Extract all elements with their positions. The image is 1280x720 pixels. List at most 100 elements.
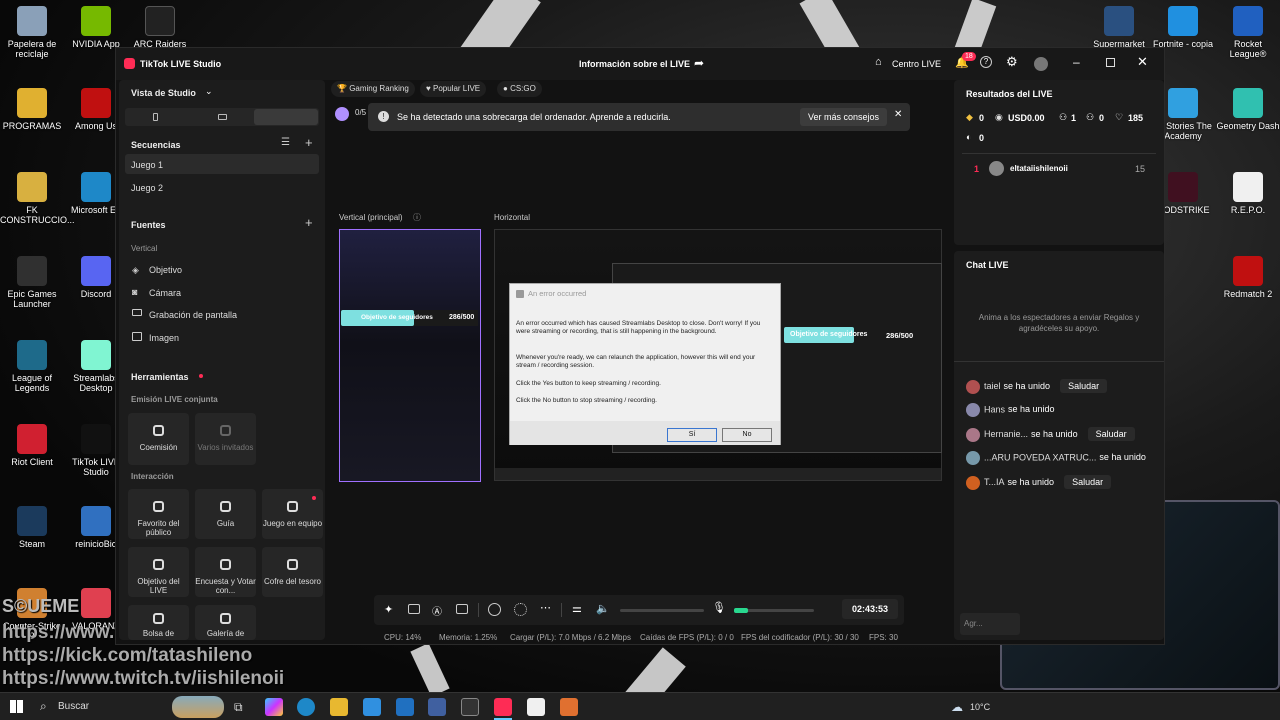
desktop-icon-left-4[interactable]: League of Legends <box>0 340 64 393</box>
tag-gaming-ranking[interactable]: 🏆 Gaming Ranking <box>331 81 415 97</box>
live-info-title[interactable]: Información sobre el LIVE <box>579 59 690 69</box>
mic-icon[interactable]: 🎙 <box>712 601 726 614</box>
desktop-app-icon <box>1104 6 1134 36</box>
dialog-yes-button[interactable]: Sí <box>667 428 717 442</box>
app-k-icon[interactable] <box>527 698 545 716</box>
close-icon[interactable]: ✕ <box>1137 54 1148 70</box>
source-objetivo[interactable]: Objetivo <box>149 265 182 275</box>
minimize-icon[interactable]: – <box>1073 55 1080 69</box>
desktop-icon-right-6[interactable]: R.E.P.O. <box>1216 172 1280 215</box>
monitor-icon[interactable] <box>461 698 479 716</box>
desktop-icon-left-2[interactable]: FK CONSTRUCCIO... <box>0 172 75 225</box>
settings-icon[interactable]: ⚙ <box>1006 54 1018 70</box>
sequence-item-1[interactable]: Juego 1 <box>131 160 163 170</box>
landscape-layout-icon[interactable] <box>218 114 227 120</box>
chat-input[interactable]: Agr... <box>960 613 1020 635</box>
audio-mixer-icon[interactable]: ⚌ <box>572 602 582 615</box>
home-icon[interactable]: ⌂ <box>875 56 882 68</box>
chest-icon <box>287 559 298 570</box>
speaker-volume-slider[interactable] <box>620 609 704 612</box>
magic-icon[interactable]: ✦ <box>384 603 393 616</box>
desktop-icon-right-0[interactable]: Supermarket <box>1087 6 1151 49</box>
desktop-icon-left-0[interactable]: Papelera de reciclaje <box>0 6 64 59</box>
desktop-icon-right-1[interactable]: Fortnite - copia <box>1151 6 1215 49</box>
desktop-icon-left-6[interactable]: Steam <box>0 506 64 549</box>
say-hi-button[interactable]: Saludar <box>1060 379 1108 393</box>
cofre-card[interactable]: Cofre del tesoro <box>262 547 323 597</box>
file-explorer-icon[interactable] <box>330 698 348 716</box>
maximize-icon[interactable] <box>1106 58 1115 67</box>
mail-icon[interactable] <box>396 698 414 716</box>
studio-view-dropdown[interactable]: Vista de Studio <box>131 88 196 98</box>
help-icon[interactable]: ? <box>980 56 992 68</box>
desktop-icon-arc-raiders[interactable]: ARC Raiders <box>128 6 192 49</box>
desktop-icon-left2-0[interactable]: NVIDIA App <box>64 6 128 49</box>
rank-user[interactable]: eltataiishilenoii <box>1010 164 1068 173</box>
dual-layout-icon[interactable] <box>254 109 318 125</box>
source-grabacion[interactable]: Grabación de pantalla <box>149 310 237 320</box>
favorito-card[interactable]: Favorito del público <box>128 489 189 539</box>
notification-badge: 18 <box>962 52 976 61</box>
tag-popular-live[interactable]: ♥ Popular LIVE <box>420 81 487 97</box>
vertical-preview[interactable] <box>339 229 481 482</box>
desktop-icon-left-5[interactable]: Riot Client <box>0 424 64 467</box>
chat-username[interactable]: ...ARU POVEDA XATRUC... <box>984 452 1096 462</box>
source-imagen[interactable]: Imagen <box>149 333 179 343</box>
add-sequence-icon[interactable]: + <box>305 135 313 150</box>
app-grid-icon[interactable] <box>428 698 446 716</box>
desktop-icon-left-3[interactable]: Epic Games Launcher <box>0 256 64 309</box>
close-notification-icon[interactable]: ✕ <box>894 109 902 120</box>
diamond-icon: ◆ <box>966 112 973 122</box>
horizontal-goal-banner: Objetivo de seguidores 286/500 <box>784 327 924 343</box>
desktop-icon-label: PROGRAMAS <box>2 121 62 131</box>
desktop-icon-right-4[interactable]: Geometry Dash <box>1216 88 1280 131</box>
dialog-no-button[interactable]: No <box>722 428 772 442</box>
notification-text: Se ha detectado una sobrecarga del orden… <box>397 112 671 122</box>
coemision-card[interactable]: Coemisión <box>128 413 189 465</box>
task-view-icon[interactable]: ⧉ <box>234 700 243 715</box>
sequence-item-2[interactable]: Juego 2 <box>131 183 163 193</box>
edge-icon[interactable] <box>297 698 315 716</box>
streamlabs-taskbar-icon[interactable] <box>560 698 578 716</box>
record-icon[interactable] <box>488 603 501 616</box>
desktop-icon-right-2[interactable]: Rocket League® <box>1216 6 1280 59</box>
avatar <box>966 403 980 417</box>
say-hi-button[interactable]: Saludar <box>1087 427 1135 441</box>
ver-mas-consejos-button[interactable]: Ver más consejos <box>800 108 888 126</box>
encuesta-card[interactable]: Encuesta y Votar con... <box>195 547 256 597</box>
copilot-icon[interactable] <box>265 698 283 716</box>
screen-capture-icon[interactable] <box>408 604 420 614</box>
list-icon[interactable]: ☰ <box>281 137 290 148</box>
source-camara[interactable]: Cámara <box>149 288 181 298</box>
chat-username[interactable]: Hans <box>984 404 1005 414</box>
windows-start-icon[interactable] <box>10 700 23 713</box>
overlay-twitch: https://www.twitch.tv/iishilenoii <box>2 668 285 689</box>
info-circle-icon[interactable]: ⓘ <box>413 212 421 223</box>
say-hi-button[interactable]: Saludar <box>1064 475 1112 489</box>
avatar[interactable] <box>1034 57 1048 71</box>
controls-bar: ✦ Ⓐ ⋯ ⚌ 🔈 🎙 02:43:53 <box>374 595 904 625</box>
store-icon[interactable] <box>363 698 381 716</box>
guia-card[interactable]: Guía <box>195 489 256 539</box>
tag-csgo[interactable]: ● CS:GO <box>497 81 542 97</box>
portrait-layout-icon[interactable] <box>153 113 158 121</box>
galeria-card[interactable]: Galería de <box>195 605 256 640</box>
chat-username[interactable]: Hernanie... <box>984 429 1028 439</box>
share-icon[interactable]: ➦ <box>694 56 704 70</box>
chat-username[interactable]: T...IA <box>984 477 1005 487</box>
add-media-icon[interactable] <box>456 604 468 614</box>
objetivo-card[interactable]: Objetivo del LIVE <box>128 547 189 597</box>
centro-live-button[interactable]: Centro LIVE <box>892 59 941 69</box>
speaker-icon[interactable]: 🔈 <box>596 602 610 615</box>
bolsa-card[interactable]: Bolsa de <box>128 605 189 640</box>
chat-username[interactable]: taiel <box>984 381 1001 391</box>
ai-icon[interactable]: Ⓐ <box>432 603 442 618</box>
tiktok-taskbar-icon[interactable] <box>494 698 512 716</box>
taskbar-search[interactable]: Buscar <box>58 701 89 712</box>
add-source-icon[interactable]: + <box>305 215 313 230</box>
replay-icon[interactable] <box>514 603 527 616</box>
desktop-icon-left-1[interactable]: PROGRAMAS <box>0 88 64 131</box>
more-icon[interactable]: ⋯ <box>540 601 551 614</box>
desktop-icon-right-7[interactable]: Redmatch 2 <box>1216 256 1280 299</box>
live-timer: 02:43:53 <box>842 599 899 619</box>
